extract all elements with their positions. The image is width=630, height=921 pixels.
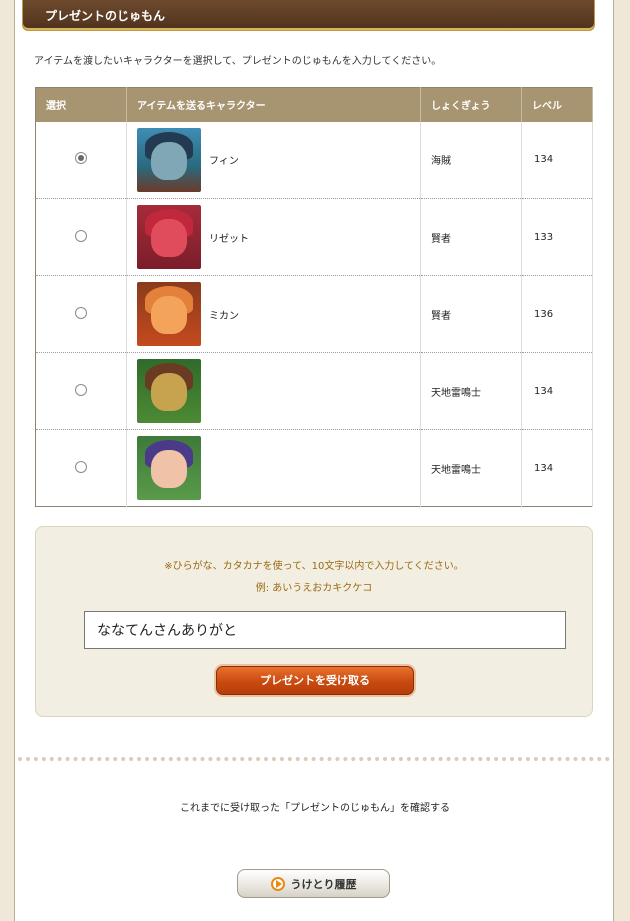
select-cell [35,275,127,353]
character-radio[interactable] [75,383,87,396]
receive-present-button[interactable]: プレゼントを受け取る [216,666,414,695]
job-cell: 海賊 [420,121,522,199]
table-row[interactable]: 天地雷鳴士 134 [35,352,593,430]
select-cell [35,352,127,430]
avatar [137,359,201,423]
level-cell: 133 [521,198,593,276]
column-header-level: レベル [521,87,593,122]
avatar [137,282,201,346]
job-cell: 賢者 [420,198,522,276]
column-header-job: しょくぎょう [420,87,522,122]
play-icon [270,876,285,891]
avatar [137,127,201,192]
table-row[interactable]: ミカン 賢者 136 [35,275,593,353]
character-name: フィン [209,156,239,168]
character-name: リゼット [209,233,249,245]
section-header: プレゼントのじゅもん [22,0,595,31]
level-cell: 136 [521,275,593,353]
character-name: ミカン [209,310,239,322]
history-button-label: うけとり履歴 [290,877,357,891]
job-cell: 賢者 [420,275,522,353]
avatar [137,436,201,500]
column-header-character: アイテムを送るキャラクター [126,87,421,122]
column-header-select: 選択 [35,87,127,122]
spell-input[interactable] [84,611,566,649]
character-table: 選択 アイテムを送るキャラクター しょくぎょう レベル フィン 海賊 134 リ… [35,87,593,507]
character-cell: リゼット [126,198,421,276]
table-row[interactable]: リゼット 賢者 133 [35,198,593,276]
character-radio[interactable] [75,306,87,319]
select-cell [35,198,127,276]
section-title: プレゼントのじゅもん [45,9,166,23]
level-cell: 134 [521,429,593,507]
character-cell [126,352,421,430]
character-cell [126,429,421,507]
instructions-text: アイテムを渡したいキャラクターを選択して、プレゼントのじゅもんを入力してください… [34,56,442,67]
character-cell: フィン [126,121,421,199]
job-cell: 天地雷鳴士 [420,429,522,507]
input-example-note: 例: あいうえおカキクケコ [255,583,373,594]
input-rule-note: ※ひらがな、カタカナを使って、10文字以内で入力してください。 [164,561,464,572]
section-divider [18,757,610,761]
table-row[interactable]: 天地雷鳴士 134 [35,429,593,507]
character-radio[interactable] [75,229,87,242]
avatar [137,205,201,269]
character-radio[interactable] [75,460,87,473]
spell-form: ※ひらがな、カタカナを使って、10文字以内で入力してください。 例: あいうえお… [35,526,593,717]
select-cell [35,429,127,507]
character-cell: ミカン [126,275,421,353]
history-note: これまでに受け取った「プレゼントのじゅもん」を確認する [180,803,450,814]
history-button[interactable]: うけとり履歴 [237,869,390,898]
job-cell: 天地雷鳴士 [420,352,522,430]
table-row[interactable]: フィン 海賊 134 [35,121,593,199]
level-cell: 134 [521,352,593,430]
select-cell [35,121,127,199]
table-header-row: 選択 アイテムを送るキャラクター しょくぎょう レベル [35,87,593,122]
level-cell: 134 [521,121,593,199]
character-radio[interactable] [75,152,87,165]
